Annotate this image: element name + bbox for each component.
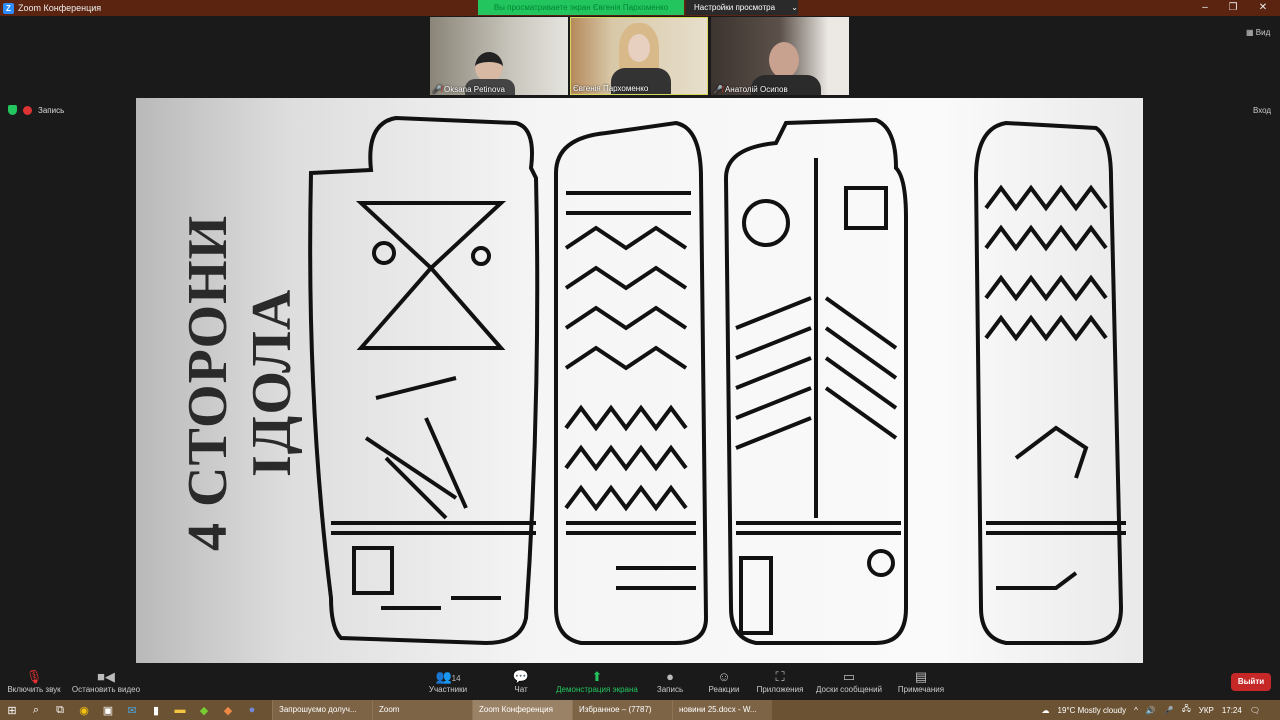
language-indicator[interactable]: УКР [1199, 706, 1214, 715]
close-button[interactable]: ✕ [1248, 0, 1278, 16]
participant-video[interactable]: 🎤̸ Анатолій Осипов [711, 17, 849, 95]
participant-name: Євгенія Пархоменко [573, 84, 649, 93]
windows-start-icon[interactable]: ⊞ [0, 704, 24, 717]
stop-video-button[interactable]: ■◀ Остановить видео [70, 669, 142, 694]
minimize-button[interactable]: – [1190, 0, 1220, 16]
whiteboard-icon: ▭ [842, 669, 856, 684]
record-dot-icon [23, 105, 32, 115]
mic-muted-icon: 🎤̸ [713, 85, 723, 94]
chat-icon: 💬 [512, 669, 530, 684]
search-icon[interactable]: ⌕ [24, 704, 48, 717]
share-banner: Вы просматриваете экран Євгенія Пархомен… [478, 0, 684, 15]
view-label: Вид [1255, 28, 1271, 37]
recording-label: Запись [38, 105, 65, 115]
notes-icon: ▤ [914, 669, 928, 684]
clock[interactable]: 17:24 [1222, 706, 1242, 715]
video-camera-icon: ■◀ [97, 669, 115, 684]
share-screen-icon: ⬆ [591, 669, 603, 684]
mail-icon[interactable]: ✉ [120, 704, 144, 717]
windows-taskbar: ⊞ ⌕ ⧉ ◉ ▣ ✉ ▮ ▬ ◆ ◆ ● Запрошуємо долуч..… [0, 700, 1280, 720]
participants-button[interactable]: 👥14 Участники [424, 669, 472, 694]
leave-button[interactable]: Выйти [1231, 673, 1271, 691]
idol-side-2 [554, 120, 709, 645]
restore-button[interactable]: ❐ [1218, 0, 1248, 16]
stop-video-label: Остановить видео [71, 685, 141, 694]
app-icon[interactable]: ▮ [144, 704, 168, 717]
chrome-icon[interactable]: ◉ [72, 704, 96, 717]
zoom-logo-icon: Z [3, 2, 14, 14]
weather-icon: ☁ [1041, 705, 1050, 715]
share-screen-button[interactable]: ⬆ Демонстрация экрана [554, 669, 640, 694]
mic-muted-icon: 🎙 [25, 669, 43, 684]
discord-icon[interactable]: ● [240, 704, 264, 716]
unmute-button[interactable]: 🎙 Включить звук [6, 669, 62, 694]
participants-icon: 👥14 [435, 669, 461, 684]
whiteboards-button[interactable]: ▭ Доски сообщений [814, 669, 884, 694]
weather-widget[interactable]: 19°C Mostly cloudy [1058, 706, 1127, 715]
security-shield-icon [8, 105, 17, 115]
file-explorer-icon[interactable]: ▬ [168, 704, 192, 716]
window-title: Zoom Конференция [18, 3, 102, 13]
view-options-button[interactable]: Настройки просмотра ⌄ [686, 0, 798, 15]
participants-label: Участники [428, 685, 468, 694]
participant-name: Анатолій Осипов [724, 85, 788, 94]
record-button[interactable]: ● Запись [652, 669, 688, 694]
view-options-label: Настройки просмотра [694, 3, 776, 12]
notifications-icon[interactable]: 🗨 [1250, 706, 1260, 715]
network-icon[interactable]: 🖧 [1182, 703, 1191, 717]
reactions-button[interactable]: ☺ Реакции [704, 669, 744, 694]
idol-side-1 [308, 115, 540, 646]
system-tray: ☁ 19°C Mostly cloudy ^ 🔊 🎤 🖧 УКР 17:24 🗨 [1042, 700, 1280, 720]
apps-icon: ⛶ [775, 669, 785, 684]
chat-button[interactable]: 💬 Чат [508, 669, 534, 694]
notes-button[interactable]: ▤ Примечания [894, 669, 948, 694]
tray-expand-icon[interactable]: ^ [1134, 706, 1138, 715]
view-button[interactable]: ▦ Вид [1246, 28, 1270, 37]
chevron-down-icon: ⌄ [791, 3, 798, 12]
taskbar-item[interactable]: Zoom Конференция [472, 700, 572, 720]
participant-name: Oksana Petinova [443, 85, 505, 94]
app-icon[interactable]: ◆ [216, 704, 240, 717]
idol-drawings [308, 115, 1126, 646]
taskbar-item[interactable]: Zoom [372, 700, 472, 720]
recording-indicator: Запись [8, 105, 64, 115]
participants-count: 14 [451, 674, 461, 683]
exit-fullscreen-button[interactable]: Вход [1253, 106, 1271, 115]
record-icon: ● [666, 669, 674, 684]
taskbar-item[interactable]: Избранное – (7787) [572, 700, 672, 720]
mic-muted-icon: 🎤̸ [432, 85, 442, 94]
apps-label: Приложения [756, 685, 804, 694]
epic-games-icon[interactable]: ▣ [96, 704, 120, 717]
reactions-icon: ☺ [717, 669, 731, 684]
notes-label: Примечания [897, 685, 945, 694]
meeting-toolbar: 🎙 Включить звук ■◀ Остановить видео 👥14 Уча… [0, 665, 1280, 700]
idol-side-3 [723, 117, 908, 645]
apps-button[interactable]: ⛶ Приложения [755, 669, 805, 694]
share-label: Демонстрация экрана [556, 685, 638, 694]
task-view-icon[interactable]: ⧉ [48, 704, 72, 717]
taskbar-item[interactable]: новини 25.docx - W... [672, 700, 772, 720]
volume-icon[interactable]: 🔊 [1146, 706, 1156, 715]
participant-video-active[interactable]: Євгенія Пархоменко [570, 17, 708, 95]
taskbar-item[interactable]: Запрошуємо долуч... [272, 700, 372, 720]
whiteboards-label: Доски сообщений [815, 685, 882, 694]
participant-video[interactable]: 🎤̸ Oksana Petinova [430, 17, 568, 95]
record-label: Запись [656, 685, 684, 694]
app-icon[interactable]: ◆ [192, 704, 216, 717]
microphone-icon[interactable]: 🎤 [1164, 706, 1174, 715]
reactions-label: Реакции [708, 685, 740, 694]
chat-label: Чат [514, 685, 528, 694]
unmute-label: Включить звук [7, 685, 61, 694]
idol-side-4 [973, 120, 1126, 645]
shared-screen: 4 СТОРОНИ ІДОЛА [136, 98, 1143, 663]
participant-avatar [475, 52, 503, 82]
